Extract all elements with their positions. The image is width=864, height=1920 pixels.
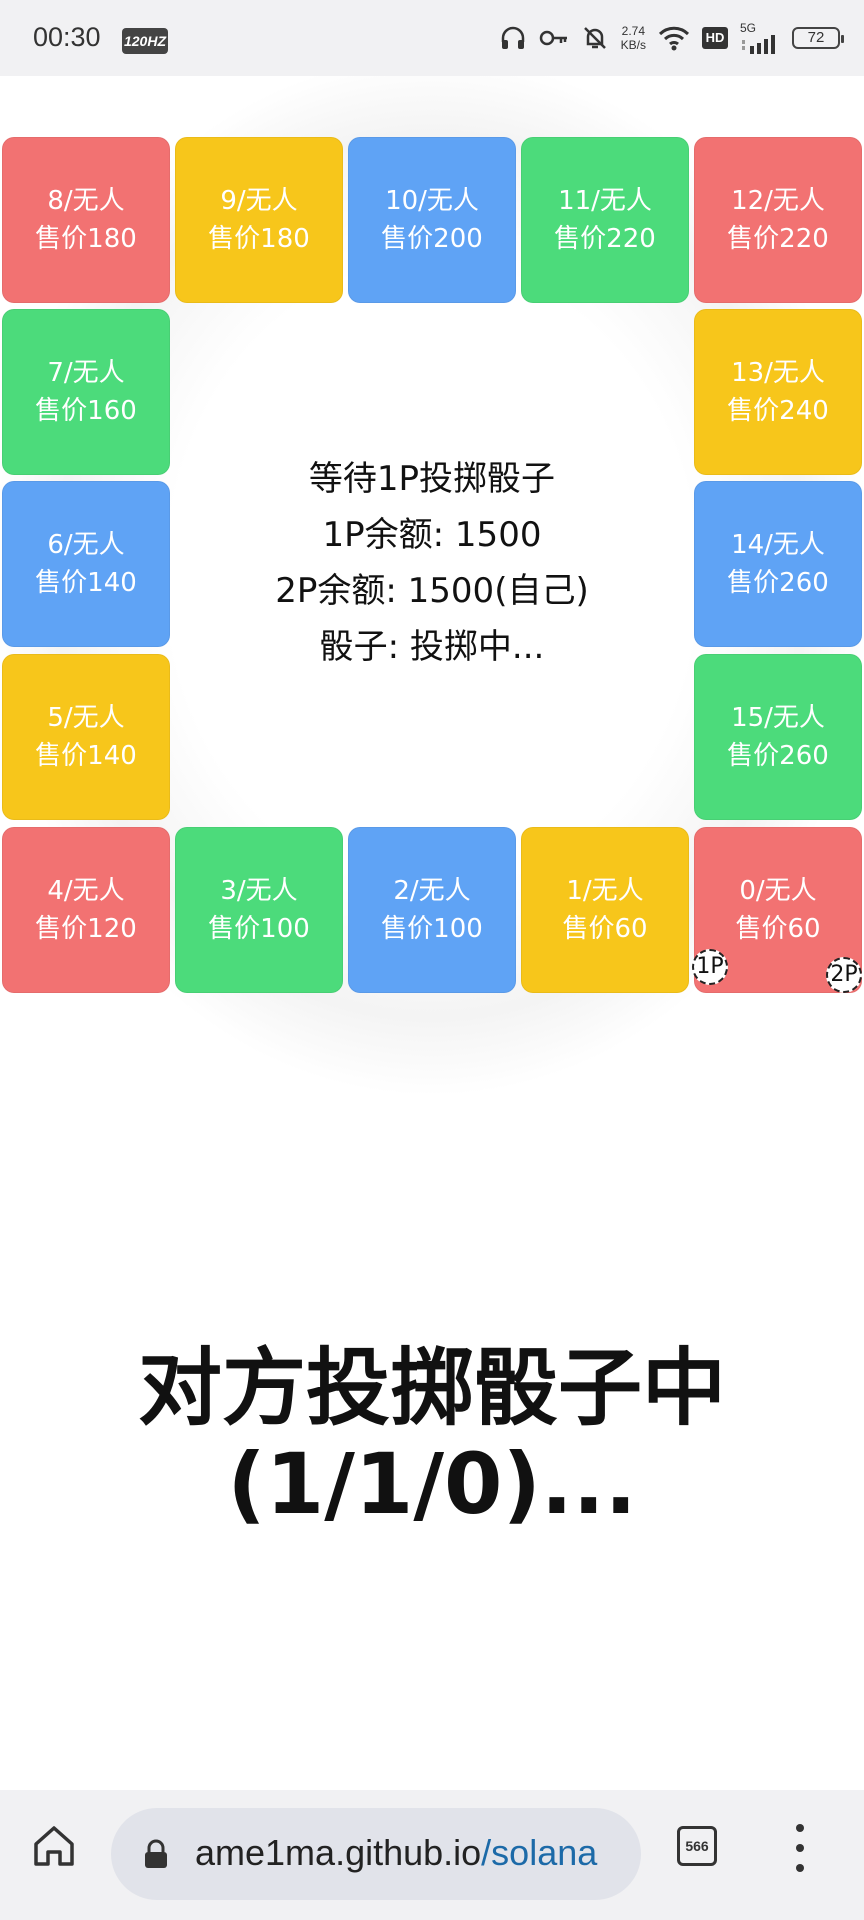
cell-price: 售价140 bbox=[35, 568, 137, 598]
url-path: /solana bbox=[481, 1832, 598, 1873]
board-cell: 12/无人售价220 bbox=[694, 137, 862, 303]
board-cell: 7/无人售价160 bbox=[2, 309, 170, 475]
battery-icon: 72 bbox=[792, 27, 844, 49]
game-status-panel: 等待1P投掷骰子 1P余额: 1500 2P余额: 1500(自己) 骰子: 投… bbox=[180, 451, 684, 675]
board-cell: 14/无人售价260 bbox=[694, 481, 862, 647]
cell-label: 8/无人 bbox=[47, 186, 125, 216]
more-menu-button[interactable] bbox=[788, 1824, 812, 1872]
board-cell: 2/无人售价100 bbox=[348, 827, 516, 993]
lock-icon bbox=[145, 1839, 167, 1868]
cell-price: 售价220 bbox=[727, 224, 829, 254]
cell-label: 12/无人 bbox=[731, 186, 825, 216]
address-bar[interactable]: ame1ma.github.io/solana bbox=[111, 1808, 641, 1900]
menu-dot-icon bbox=[796, 1824, 804, 1832]
cell-price: 售价240 bbox=[727, 396, 829, 426]
board-cell: 8/无人售价180 bbox=[2, 137, 170, 303]
board-cell: 3/无人售价100 bbox=[175, 827, 343, 993]
message-line-2: (1/1/0)... bbox=[227, 1435, 637, 1533]
refresh-rate-badge: 120HZ bbox=[122, 28, 168, 54]
cell-label: 4/无人 bbox=[47, 876, 125, 906]
board-cell: 10/无人售价200 bbox=[348, 137, 516, 303]
p1-balance: 1P余额: 1500 bbox=[322, 515, 542, 555]
cell-price: 售价60 bbox=[562, 914, 648, 944]
cell-price: 售价200 bbox=[381, 224, 483, 254]
cell-label: 5/无人 bbox=[47, 703, 125, 733]
url-host: ame1ma.github.io bbox=[195, 1832, 482, 1873]
board-cell: 9/无人售价180 bbox=[175, 137, 343, 303]
cell-label: 7/无人 bbox=[47, 358, 125, 388]
menu-dot-icon bbox=[796, 1864, 804, 1872]
hd-badge: HD bbox=[702, 27, 728, 49]
board-cell: 5/无人售价140 bbox=[2, 654, 170, 820]
player-2-token: 2P bbox=[826, 957, 862, 993]
player-1-token: 1P bbox=[692, 949, 728, 985]
cell-price: 售价260 bbox=[727, 741, 829, 771]
home-icon bbox=[34, 1826, 74, 1866]
cell-price: 售价180 bbox=[35, 224, 137, 254]
cell-label: 2/无人 bbox=[393, 876, 471, 906]
status-time: 00:30 bbox=[33, 22, 101, 52]
cell-label: 15/无人 bbox=[731, 703, 825, 733]
dice-status: 骰子: 投掷中... bbox=[319, 627, 545, 667]
network-type: 5G bbox=[740, 21, 757, 35]
cell-price: 售价220 bbox=[554, 224, 656, 254]
wifi-icon bbox=[658, 26, 690, 51]
board-cell: 1/无人售价60 bbox=[521, 827, 689, 993]
cell-price: 售价120 bbox=[35, 914, 137, 944]
cell-label: 0/无人 bbox=[739, 876, 817, 906]
status-icons: 2.74 KB/s HD 5G 72 bbox=[499, 20, 844, 56]
p2-balance: 2P余额: 1500(自己) bbox=[275, 571, 589, 611]
board-cell: 11/无人售价220 bbox=[521, 137, 689, 303]
network-speed: 2.74 KB/s bbox=[621, 24, 646, 52]
cell-price: 售价100 bbox=[381, 914, 483, 944]
browser-toolbar: ame1ma.github.io/solana 566 bbox=[0, 1790, 864, 1920]
network-speed-value: 2.74 bbox=[621, 24, 645, 38]
key-icon bbox=[539, 30, 567, 46]
tabs-button[interactable]: 566 bbox=[677, 1826, 717, 1866]
network-speed-unit: KB/s bbox=[620, 38, 646, 52]
status-bar: 00:30 120HZ 2.74 KB/s HD 5G 72 bbox=[0, 0, 864, 76]
cell-label: 6/无人 bbox=[47, 530, 125, 560]
signal-icon bbox=[742, 35, 775, 54]
board-cell: 4/无人售价120 bbox=[2, 827, 170, 993]
cell-price: 售价160 bbox=[35, 396, 137, 426]
cell-label: 3/无人 bbox=[220, 876, 298, 906]
cell-price: 售价100 bbox=[208, 914, 310, 944]
home-button[interactable] bbox=[28, 1820, 80, 1872]
cell-price: 售价180 bbox=[208, 224, 310, 254]
game-board: 8/无人售价180 9/无人售价180 10/无人售价200 11/无人售价22… bbox=[0, 76, 864, 1156]
url-text: ame1ma.github.io/solana bbox=[195, 1832, 597, 1874]
opponent-rolling-message: 对方投掷骰子中 (1/1/0)... bbox=[0, 1340, 864, 1532]
cell-label: 11/无人 bbox=[558, 186, 652, 216]
headphones-icon bbox=[501, 26, 524, 49]
cell-label: 9/无人 bbox=[220, 186, 298, 216]
board-cell: 13/无人售价240 bbox=[694, 309, 862, 475]
message-line-1: 对方投掷骰子中 bbox=[137, 1339, 726, 1437]
cell-label: 14/无人 bbox=[731, 530, 825, 560]
cell-label: 10/无人 bbox=[385, 186, 479, 216]
cell-label: 1/无人 bbox=[566, 876, 644, 906]
menu-dot-icon bbox=[796, 1844, 804, 1852]
signal-group: 5G bbox=[740, 22, 780, 54]
cell-label: 13/无人 bbox=[731, 358, 825, 388]
turn-status: 等待1P投掷骰子 bbox=[308, 459, 556, 499]
board-cell: 6/无人售价140 bbox=[2, 481, 170, 647]
board-cell: 15/无人售价260 bbox=[694, 654, 862, 820]
cell-price: 售价140 bbox=[35, 741, 137, 771]
bell-muted-icon bbox=[583, 27, 606, 49]
cell-price: 售价60 bbox=[735, 914, 821, 944]
cell-price: 售价260 bbox=[727, 568, 829, 598]
